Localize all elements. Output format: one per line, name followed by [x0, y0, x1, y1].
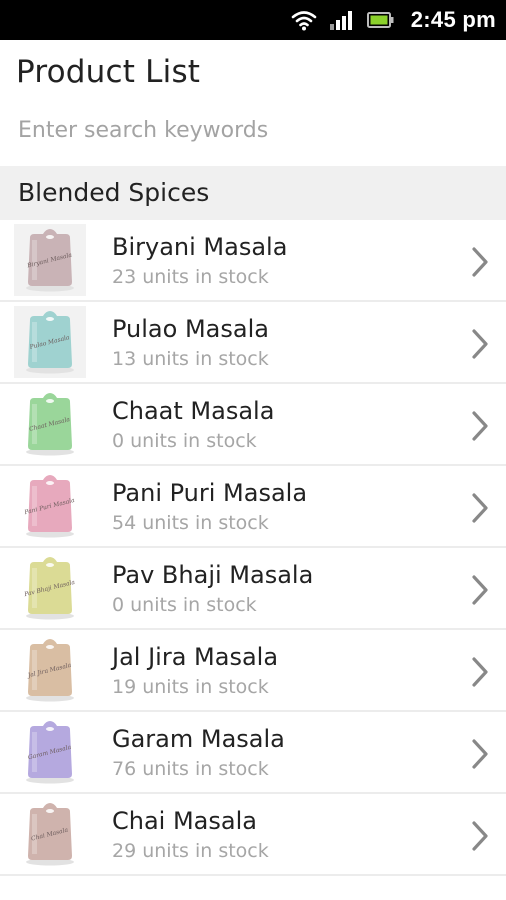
- product-stock: 19 units in stock: [112, 675, 269, 698]
- product-text: Pulao Masala 13 units in stock: [112, 313, 269, 372]
- product-list: Biryani Masala Biryani Masala 23 units in …: [0, 220, 506, 876]
- product-name: Pani Puri Masala: [112, 478, 308, 507]
- section-header: Blended Spices: [0, 166, 506, 220]
- product-text: Jal Jira Masala 19 units in stock: [112, 641, 278, 700]
- product-row[interactable]: Pani Puri Masala Pani Puri Masala 54 units…: [0, 466, 506, 548]
- product-name: Biryani Masala: [112, 232, 288, 261]
- spice-bag-icon: Pav Bhaji Masala: [23, 557, 76, 620]
- product-name: Chai Masala: [112, 806, 257, 835]
- spice-bag-icon: Biryani Masala: [26, 229, 74, 292]
- product-text: Chai Masala 29 units in stock: [112, 805, 269, 864]
- chevron-right-icon[interactable]: [470, 656, 490, 692]
- product-row[interactable]: Chai Masala Chai Masala 29 units in stock: [0, 794, 506, 876]
- product-text: Pani Puri Masala 54 units in stock: [112, 477, 307, 536]
- chevron-right-icon[interactable]: [470, 820, 490, 856]
- product-name: Pulao Masala: [112, 314, 269, 343]
- product-stock: 0 units in stock: [112, 593, 257, 616]
- product-thumbnail: Jal Jira Masala: [14, 634, 86, 706]
- page-title: Product List: [16, 54, 201, 90]
- wifi-icon: [291, 9, 317, 31]
- search-input[interactable]: [18, 118, 488, 143]
- product-stock: 76 units in stock: [112, 757, 269, 780]
- product-name: Chaat Masala: [112, 396, 275, 425]
- battery-icon: [366, 11, 395, 29]
- spice-bag-icon: Pulao Masala: [26, 311, 74, 374]
- product-text: Pav Bhaji Masala 0 units in stock: [112, 559, 313, 618]
- status-bar: 2:45 pm: [0, 0, 506, 40]
- search-bar: [0, 102, 506, 166]
- chevron-right-icon[interactable]: [470, 574, 490, 610]
- product-thumbnail: Garam Masala: [14, 716, 86, 788]
- product-row[interactable]: Biryani Masala Biryani Masala 23 units in …: [0, 220, 506, 302]
- product-thumbnail: Pav Bhaji Masala: [14, 552, 86, 624]
- clock: 2:45 pm: [410, 7, 496, 32]
- chevron-right-icon[interactable]: [470, 738, 490, 774]
- product-name: Garam Masala: [112, 724, 285, 753]
- product-row[interactable]: Jal Jira Masala Jal Jira Masala 19 units i…: [0, 630, 506, 712]
- product-stock: 23 units in stock: [112, 265, 269, 288]
- product-row[interactable]: Garam Masala Garam Masala 76 units in stoc…: [0, 712, 506, 794]
- spice-bag-icon: Jal Jira Masala: [25, 639, 74, 702]
- chevron-right-icon[interactable]: [470, 246, 490, 282]
- spice-bag-icon: Chai Masala: [26, 803, 74, 866]
- product-thumbnail: Pulao Masala: [14, 306, 86, 378]
- product-thumbnail: Pani Puri Masala: [14, 470, 86, 542]
- chevron-right-icon[interactable]: [470, 328, 490, 364]
- product-thumbnail: Chaat Masala: [14, 388, 86, 460]
- product-stock: 29 units in stock: [112, 839, 269, 862]
- product-stock: 13 units in stock: [112, 347, 269, 370]
- chevron-right-icon[interactable]: [470, 410, 490, 446]
- spice-bag-icon: Garam Masala: [26, 721, 74, 784]
- title-bar: Product List: [0, 40, 506, 102]
- product-text: Garam Masala 76 units in stock: [112, 723, 285, 782]
- product-name: Jal Jira Masala: [112, 642, 279, 671]
- product-text: Biryani Masala 23 units in stock: [112, 231, 287, 290]
- product-row[interactable]: Pav Bhaji Masala Pav Bhaji Masala 0 units …: [0, 548, 506, 630]
- product-name: Pav Bhaji Masala: [112, 560, 314, 589]
- spice-bag-icon: Chaat Masala: [26, 393, 74, 456]
- product-row[interactable]: Chaat Masala Chaat Masala 0 units in stock: [0, 384, 506, 466]
- product-stock: 54 units in stock: [112, 511, 269, 534]
- spice-bag-icon: Pani Puri Masala: [23, 475, 76, 538]
- product-row[interactable]: Pulao Masala Pulao Masala 13 units in stoc…: [0, 302, 506, 384]
- chevron-right-icon[interactable]: [470, 492, 490, 528]
- signal-icon: [329, 9, 355, 31]
- product-stock: 0 units in stock: [112, 429, 257, 452]
- product-thumbnail: Chai Masala: [14, 798, 86, 870]
- product-text: Chaat Masala 0 units in stock: [112, 395, 274, 454]
- product-thumbnail: Biryani Masala: [14, 224, 86, 296]
